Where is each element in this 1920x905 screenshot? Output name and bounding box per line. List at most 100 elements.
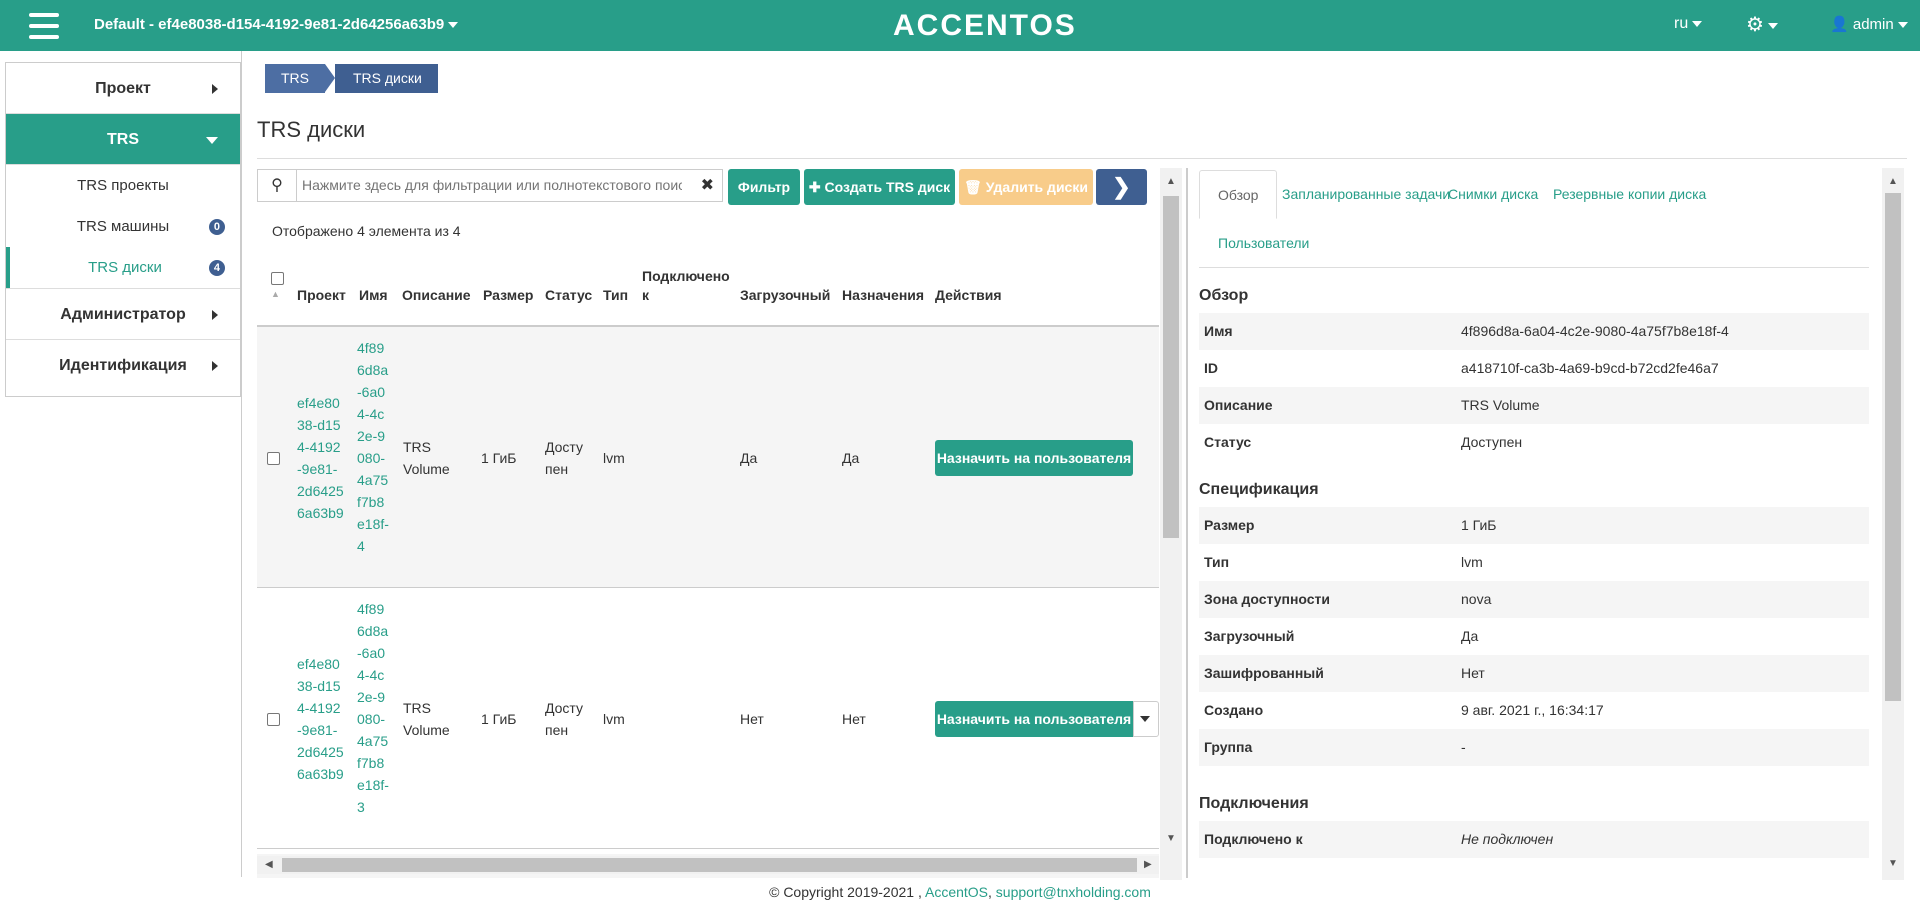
settings-menu[interactable]: ⚙: [1746, 12, 1778, 37]
sidebar-section-label: Администратор: [60, 306, 186, 323]
scrollbar-thumb[interactable]: [1885, 193, 1901, 701]
column-header-description[interactable]: Описание: [402, 286, 471, 305]
sidebar-section-trs[interactable]: TRS: [6, 114, 240, 165]
create-volume-button[interactable]: ✚ Создать TRS диск: [804, 169, 955, 205]
sidebar-submenu-trs: TRS проекты TRS машины 0 TRS диски 4: [6, 165, 240, 289]
project-selector[interactable]: Default - ef4e8038-d154-4192-9e81-2d6425…: [94, 16, 459, 33]
project-link[interactable]: ef4e8038-d154-4192-9e81-2d64256a63b9: [297, 653, 345, 785]
assign-user-button[interactable]: Назначить на пользователя: [935, 440, 1133, 476]
items-count: Отображено 4 элемента из 4: [272, 223, 461, 239]
sort-asc-icon[interactable]: ▲: [271, 289, 280, 299]
actions-dropdown-toggle[interactable]: [1133, 701, 1159, 737]
support-email-link[interactable]: support@tnxholding.com: [996, 884, 1151, 900]
next-button[interactable]: ❯: [1096, 169, 1147, 205]
column-header-project[interactable]: Проект: [297, 286, 346, 305]
sidebar-item-trs-machines[interactable]: TRS машины 0: [6, 206, 240, 247]
sidebar-section-identity[interactable]: Идентификация: [6, 340, 240, 391]
column-header-size[interactable]: Размер: [483, 286, 533, 305]
select-all-checkbox[interactable]: [271, 272, 284, 285]
scroll-down-icon[interactable]: ▼: [1888, 858, 1898, 869]
detail-value: Не подключен: [1461, 831, 1554, 847]
tab-volume-snapshots[interactable]: Снимки диска: [1448, 186, 1538, 202]
plus-icon: ✚: [808, 179, 825, 195]
chevron-down-icon: [1692, 20, 1703, 27]
language-selector[interactable]: ru: [1674, 15, 1703, 33]
column-header-assignments[interactable]: Назначения: [842, 286, 924, 305]
table-horizontal-scrollbar[interactable]: ◀ ▶: [257, 856, 1159, 874]
row-checkbox[interactable]: [267, 452, 280, 465]
column-header-status[interactable]: Статус: [545, 286, 592, 305]
detail-row: Зона доступности nova: [1199, 581, 1869, 618]
type-cell: lvm: [603, 711, 625, 727]
tab-users[interactable]: Пользователи: [1218, 235, 1309, 251]
brand-link[interactable]: AccentOS: [925, 884, 988, 900]
search-icon[interactable]: ⚲: [258, 170, 297, 201]
search-input[interactable]: [302, 170, 682, 201]
breadcrumb: TRS TRS диски: [265, 64, 438, 93]
tab-scheduled-tasks[interactable]: Запланированные задачи: [1282, 186, 1450, 202]
language-label: ru: [1674, 15, 1689, 32]
project-selector-label: Default - ef4e8038-d154-4192-9e81-2d6425…: [94, 16, 445, 33]
assign-user-button[interactable]: Назначить на пользователя: [935, 701, 1133, 737]
chevron-right-icon: ❯: [1112, 174, 1131, 199]
assignments-cell: Нет: [842, 711, 866, 727]
column-header-name[interactable]: Имя: [359, 286, 388, 305]
count-badge: 0: [208, 219, 225, 235]
detail-row: Имя 4f896d8a-6a04-4c2e-9080-4a75f7b8e18f-…: [1199, 313, 1869, 350]
chevron-down-icon: [1897, 22, 1908, 29]
detail-row: Загрузочный Да: [1199, 618, 1869, 655]
sidebar-section-project[interactable]: Проект: [6, 63, 240, 114]
column-header-attached[interactable]: Подключено к: [642, 267, 730, 305]
volume-name-link[interactable]: 4f896d8a-6a04-4c2e-9080-4a75f7b8e18f-3: [357, 598, 391, 818]
scroll-down-icon[interactable]: ▼: [1166, 833, 1176, 844]
clear-search-icon[interactable]: ✖: [701, 170, 714, 201]
tab-overview[interactable]: Обзор: [1199, 170, 1278, 219]
tab-volume-backups[interactable]: Резервные копии диска: [1553, 186, 1706, 202]
description-cell: TRS Volume: [403, 439, 450, 477]
project-link[interactable]: ef4e8038-d154-4192-9e81-2d64256a63b9: [297, 392, 345, 524]
user-menu[interactable]: 👤 admin: [1830, 15, 1908, 33]
page-title: TRS диски: [257, 117, 366, 142]
column-header-actions: Действия: [935, 287, 1002, 303]
breadcrumb-item-trs[interactable]: TRS: [265, 64, 325, 93]
scroll-left-icon[interactable]: ◀: [265, 859, 273, 870]
search-box: ⚲ ✖: [257, 169, 723, 202]
scrollbar-thumb[interactable]: [1163, 196, 1179, 538]
filter-button[interactable]: Фильтр: [728, 169, 800, 205]
sidebar-item-trs-projects[interactable]: TRS проекты: [6, 165, 240, 206]
user-name: admin: [1852, 16, 1894, 33]
size-cell: 1 ГиБ: [481, 711, 517, 727]
scroll-up-icon[interactable]: ▲: [1888, 176, 1898, 187]
detail-row: Подключено к Не подключен: [1199, 821, 1869, 858]
table-row: ef4e8038-d154-4192-9e81-2d64256a63b9 4f8…: [257, 327, 1159, 588]
detail-row: Статус Доступен: [1199, 424, 1869, 461]
detail-row: Описание TRS Volume: [1199, 387, 1869, 424]
detail-label: Подключено к: [1204, 831, 1303, 847]
detail-vertical-scrollbar[interactable]: ▲ ▼: [1882, 168, 1904, 880]
breadcrumb-item-current: TRS диски: [335, 64, 438, 93]
column-header-type[interactable]: Тип: [603, 286, 628, 305]
scroll-up-icon[interactable]: ▲: [1166, 176, 1176, 187]
size-cell: 1 ГиБ: [481, 450, 517, 466]
scroll-right-icon[interactable]: ▶: [1144, 859, 1152, 870]
detail-value: 1 ГиБ: [1461, 517, 1497, 533]
sidebar-item-label: TRS машины: [76, 218, 170, 235]
detail-value: lvm: [1461, 554, 1483, 570]
status-cell: Доступен: [545, 439, 583, 477]
sidebar-item-trs-disks[interactable]: TRS диски 4: [6, 247, 240, 288]
volume-name-link[interactable]: 4f896d8a-6a04-4c2e-9080-4a75f7b8e18f-4: [357, 337, 391, 557]
sidebar-section-label: Идентификация: [59, 357, 187, 374]
delete-volumes-label: Удалить диски: [985, 179, 1088, 195]
detail-panel: Обзор Запланированные задачи Снимки диск…: [1186, 168, 1907, 878]
detail-label: Создано: [1204, 702, 1264, 718]
sidebar-section-admin[interactable]: Администратор: [6, 289, 240, 340]
scrollbar-thumb[interactable]: [282, 858, 1137, 872]
delete-volumes-button[interactable]: 🗑 Удалить диски: [959, 169, 1093, 205]
row-checkbox[interactable]: [267, 713, 280, 726]
column-header-bootable[interactable]: Загрузочный: [740, 286, 830, 305]
table-vertical-scrollbar[interactable]: ▲ ▼: [1160, 168, 1182, 880]
type-cell: lvm: [603, 450, 625, 466]
menu-toggle-icon[interactable]: [29, 13, 59, 39]
bootable-cell: Нет: [740, 711, 764, 727]
sidebar: Проект TRS TRS проекты TRS машины 0 TRS д…: [5, 62, 241, 397]
